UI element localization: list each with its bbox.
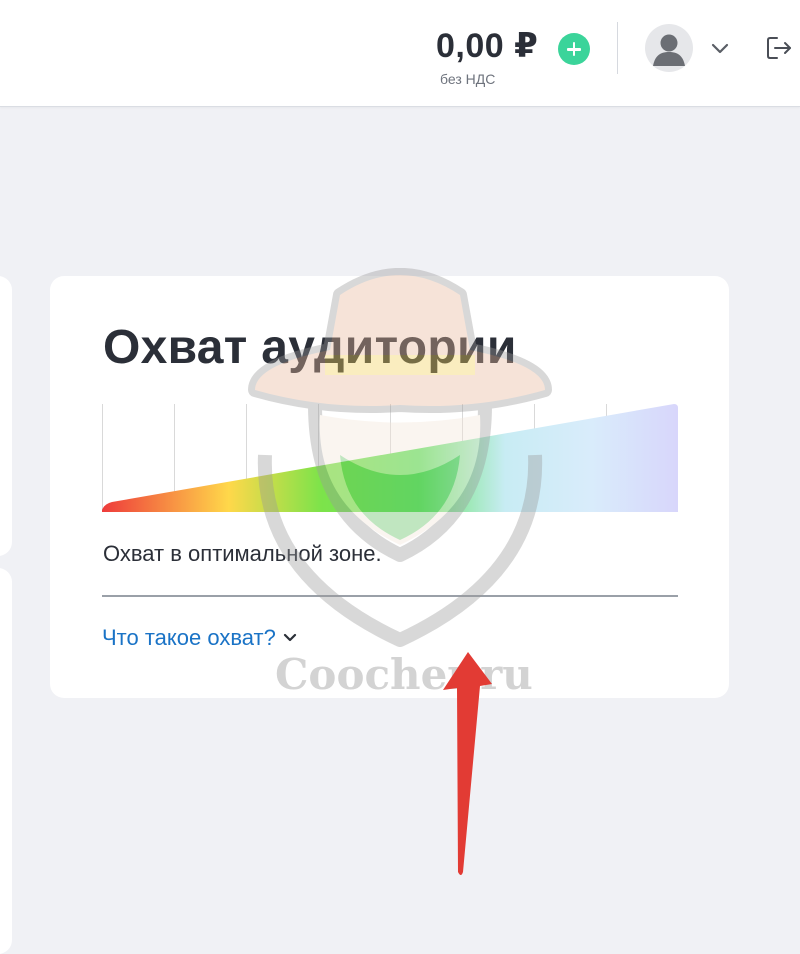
reach-status: Охват в оптимальной зоне. [103, 541, 382, 566]
logout-icon[interactable] [764, 33, 794, 63]
card-title: Охват аудитории [103, 321, 517, 374]
account-balance: 0,00 ₽ [436, 27, 539, 65]
chevron-down-icon[interactable] [710, 38, 730, 58]
audience-reach-card: Охват аудитории Охват в оптимальной зоне… [50, 276, 729, 698]
user-avatar-icon[interactable] [645, 24, 693, 72]
side-card [0, 276, 12, 556]
divider [102, 595, 678, 597]
vat-note: без НДС [440, 71, 496, 87]
chevron-down-icon [283, 633, 296, 642]
help-link-label: Что такое охват? [102, 625, 276, 650]
header-divider [617, 22, 618, 74]
reach-gauge [102, 404, 678, 512]
top-bar: 0,00 ₽ без НДС [0, 0, 800, 107]
side-card [0, 568, 12, 954]
add-funds-button[interactable] [558, 33, 590, 65]
what-is-reach-link[interactable]: Что такое охват? [102, 625, 298, 651]
